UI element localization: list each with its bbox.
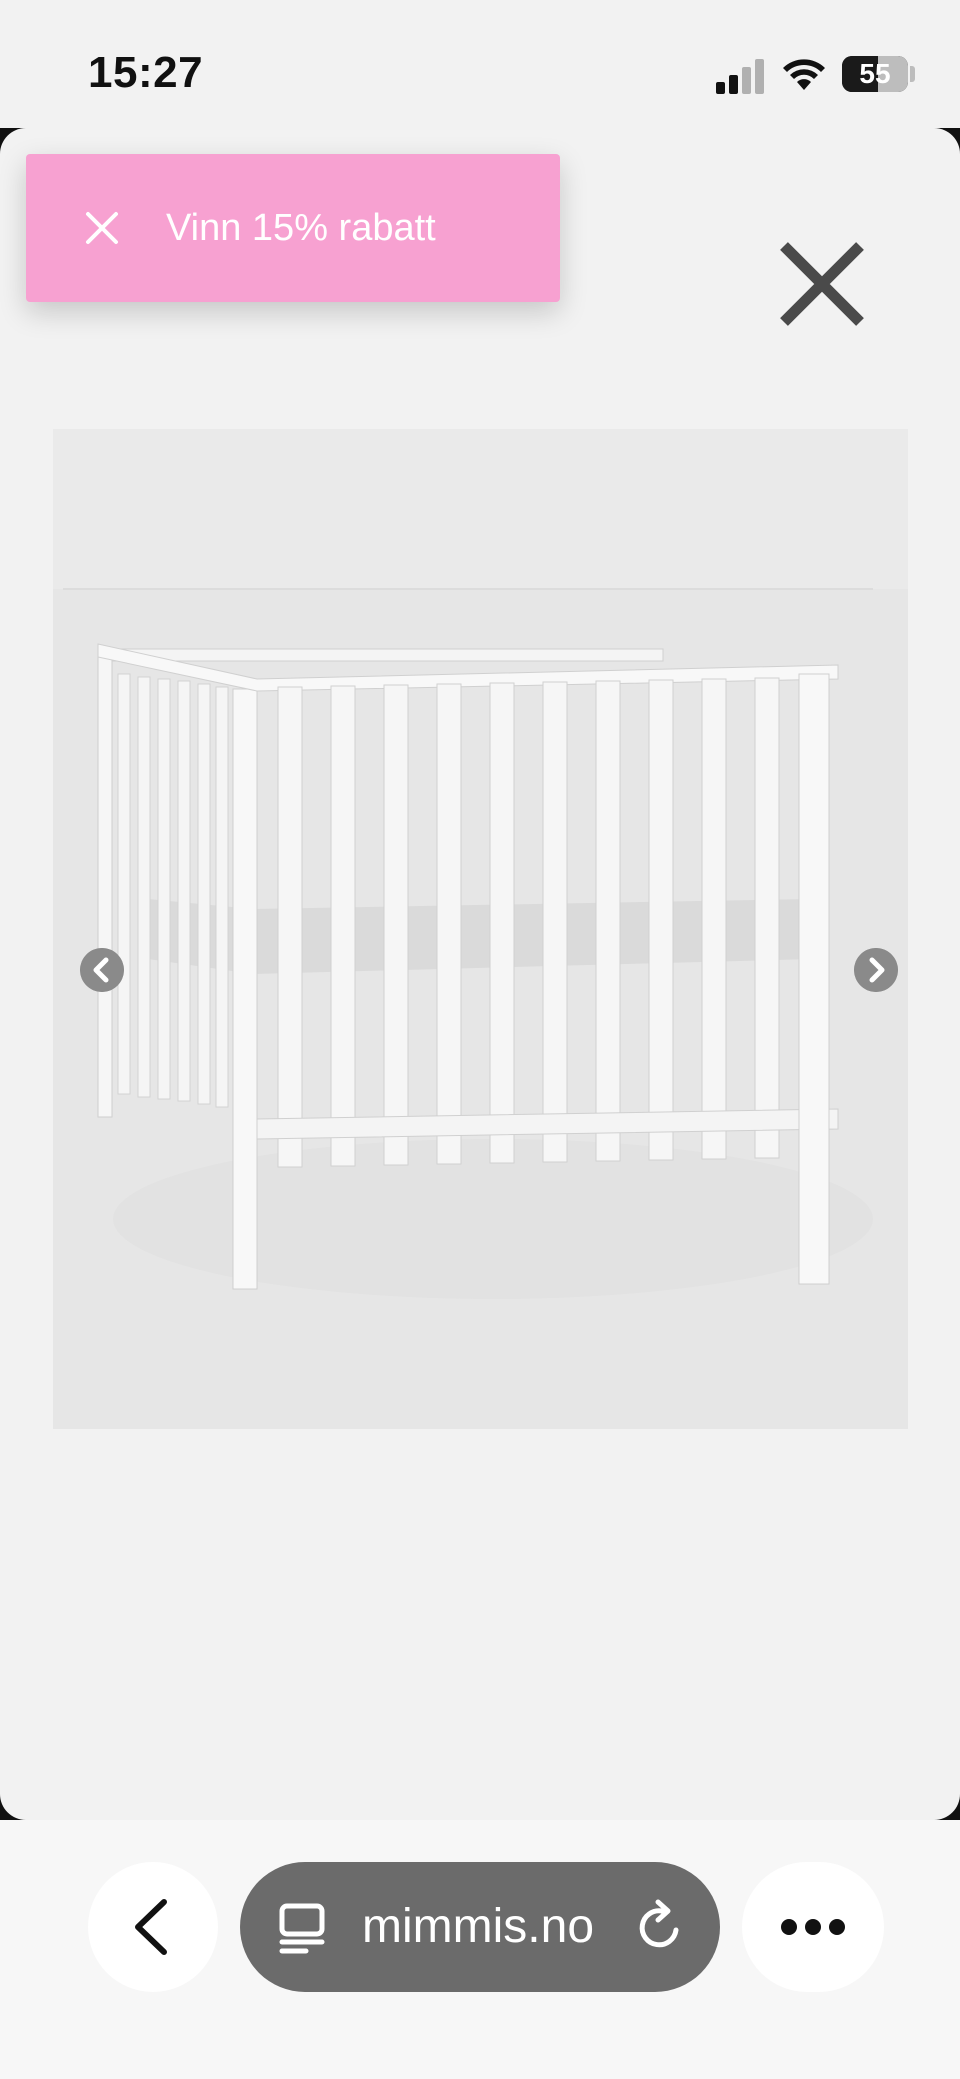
chevron-left-icon — [135, 1899, 167, 1955]
close-icon[interactable] — [774, 236, 870, 332]
battery-indicator: 55 — [842, 56, 908, 92]
wifi-icon — [783, 59, 825, 90]
promo-text[interactable]: Vinn 15% rabatt — [166, 206, 436, 250]
status-bar: 15:27 55 — [0, 0, 960, 128]
address-bar[interactable]: mimmis.no — [240, 1862, 720, 1992]
battery-percent: 55 — [859, 58, 891, 89]
status-time: 15:27 — [88, 48, 204, 97]
baby-crib-image — [53, 429, 908, 1429]
promo-banner[interactable]: Vinn 15% rabatt — [26, 154, 560, 302]
chevron-left-icon[interactable] — [80, 948, 124, 992]
chevron-right-icon[interactable] — [854, 948, 898, 992]
battery-cap — [910, 66, 915, 82]
address-url: mimmis.no — [362, 1900, 595, 1953]
page-menu-icon[interactable] — [276, 1902, 328, 1954]
reload-icon[interactable] — [632, 1898, 688, 1956]
more-button[interactable] — [742, 1862, 884, 1992]
more-icon — [781, 1919, 845, 1935]
cellular-signal-icon — [716, 59, 764, 94]
close-icon[interactable] — [80, 206, 124, 250]
product-image-gallery — [53, 429, 908, 1429]
back-button[interactable] — [88, 1862, 218, 1992]
